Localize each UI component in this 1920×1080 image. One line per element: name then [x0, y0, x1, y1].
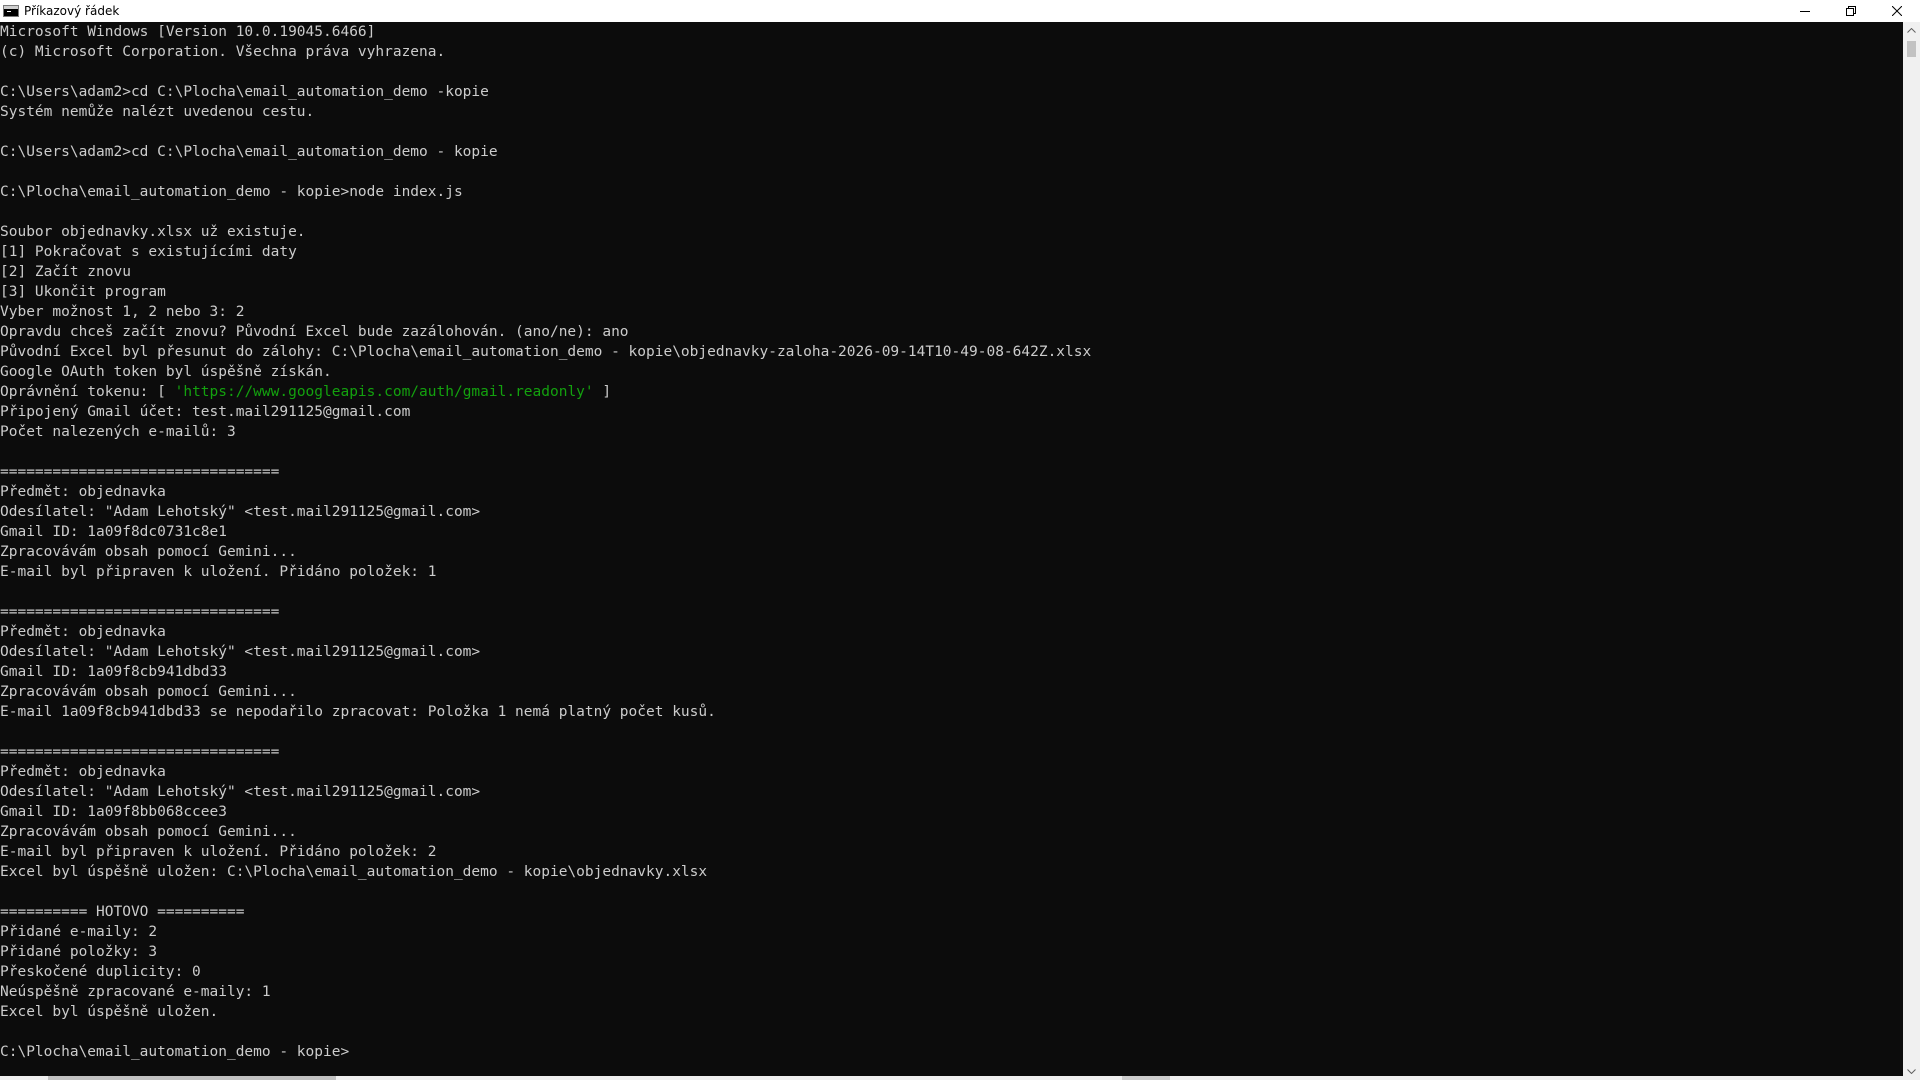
console-line: [2] Začít znovu — [0, 264, 131, 280]
console-line: Microsoft Windows [Version 10.0.19045.64… — [0, 24, 376, 40]
console-line: Zpracovávám obsah pomocí Gemini... — [0, 544, 297, 560]
minimize-button[interactable] — [1782, 0, 1828, 22]
console-line: ================================ — [0, 744, 280, 760]
console-line: C:\Plocha\email_automation_demo - kopie>… — [0, 184, 463, 200]
vertical-scroll-thumb[interactable] — [1907, 41, 1916, 57]
console-line: Odesílatel: "Adam Lehotský" <test.mail29… — [0, 784, 481, 800]
console-line: Gmail ID: 1a09f8bb068ccee3 — [0, 804, 227, 820]
console-output[interactable]: Microsoft Windows [Version 10.0.19045.64… — [0, 22, 1902, 1076]
cmd-app-icon[interactable] — [3, 5, 19, 17]
console-line: Předmět: objednavka — [0, 764, 166, 780]
console-line: Excel byl úspěšně uložen. — [0, 1004, 219, 1020]
horizontal-scrollbar[interactable] — [0, 1076, 1903, 1080]
console-line: Počet nalezených e-mailů: 3 — [0, 424, 236, 440]
scroll-down-arrow-icon[interactable] — [1903, 1063, 1920, 1080]
console-line: Opravdu chceš začít znovu? Původní Excel… — [0, 324, 629, 340]
console-line: ================================ — [0, 604, 280, 620]
close-icon — [1892, 6, 1902, 16]
console-line: C:\Users\adam2>cd C:\Plocha\email_automa… — [0, 144, 498, 160]
console-line: C:\Plocha\email_automation_demo - kopie> — [0, 1044, 350, 1060]
console-line: [1] Pokračovat s existujícími daty — [0, 244, 297, 260]
console-line: Původní Excel byl přesunut do zálohy: C:… — [0, 344, 1092, 360]
console-line: Vyber možnost 1, 2 nebo 3: 2 — [0, 304, 245, 320]
console-line: Přidané položky: 3 — [0, 944, 158, 960]
minimize-icon — [1800, 11, 1810, 12]
console-line: (c) Microsoft Corporation. Všechna práva… — [0, 44, 446, 60]
restore-button[interactable] — [1828, 0, 1874, 22]
console-line: Přeskočené duplicity: 0 — [0, 964, 201, 980]
console-line: C:\Users\adam2>cd C:\Plocha\email_automa… — [0, 84, 489, 100]
console-line: Přidané e-maily: 2 — [0, 924, 158, 940]
command-prompt-window: Příkazový řádek Microsoft Windows [Versi… — [0, 0, 1920, 1080]
console-line: ================================ — [0, 464, 280, 480]
console-line: Odesílatel: "Adam Lehotský" <test.mail29… — [0, 504, 481, 520]
console-line: E-mail 1a09f8cb941dbd33 se nepodařilo zp… — [0, 704, 716, 720]
console-line: Google OAuth token byl úspěšně získán. — [0, 364, 332, 380]
horizontal-scroll-thumb[interactable] — [48, 1076, 336, 1080]
console-line: Předmět: objednavka — [0, 484, 166, 500]
console-line: E-mail byl připraven k uložení. Přidáno … — [0, 844, 437, 860]
console-line: ========== HOTOVO ========== — [0, 904, 245, 920]
restore-icon — [1846, 6, 1856, 16]
window-title: Příkazový řádek — [24, 4, 120, 18]
console-line: Odesílatel: "Adam Lehotský" <test.mail29… — [0, 644, 481, 660]
console-line: Připojený Gmail účet: test.mail291125@gm… — [0, 404, 411, 420]
scroll-up-arrow-icon[interactable] — [1903, 22, 1920, 39]
console-line: Oprávnění tokenu: [ 'https://www.googlea… — [0, 382, 1902, 402]
horizontal-scroll-marker — [1122, 1076, 1170, 1080]
console-line: Gmail ID: 1a09f8dc0731c8e1 — [0, 524, 227, 540]
console-line: E-mail byl připraven k uložení. Přidáno … — [0, 564, 437, 580]
console-line: [3] Ukončit program — [0, 284, 166, 300]
oauth-prefix: Oprávnění tokenu: [ — [0, 384, 175, 400]
console-line: Neúspěšně zpracované e-maily: 1 — [0, 984, 271, 1000]
console-line: Soubor objednavky.xlsx už existuje. — [0, 224, 306, 240]
console-line: Zpracovávám obsah pomocí Gemini... — [0, 824, 297, 840]
title-bar[interactable]: Příkazový řádek — [0, 0, 1920, 22]
oauth-scope-string: 'https://www.googleapis.com/auth/gmail.r… — [174, 384, 594, 400]
close-button[interactable] — [1874, 0, 1920, 22]
console-line: Excel byl úspěšně uložen: C:\Plocha\emai… — [0, 864, 708, 880]
console-line: Zpracovávám obsah pomocí Gemini... — [0, 684, 297, 700]
console-line: Systém nemůže nalézt uvedenou cestu. — [0, 104, 315, 120]
vertical-scrollbar[interactable] — [1903, 22, 1920, 1080]
oauth-suffix: ] — [593, 384, 612, 400]
console-line: Předmět: objednavka — [0, 624, 166, 640]
console-line: Gmail ID: 1a09f8cb941dbd33 — [0, 664, 227, 680]
